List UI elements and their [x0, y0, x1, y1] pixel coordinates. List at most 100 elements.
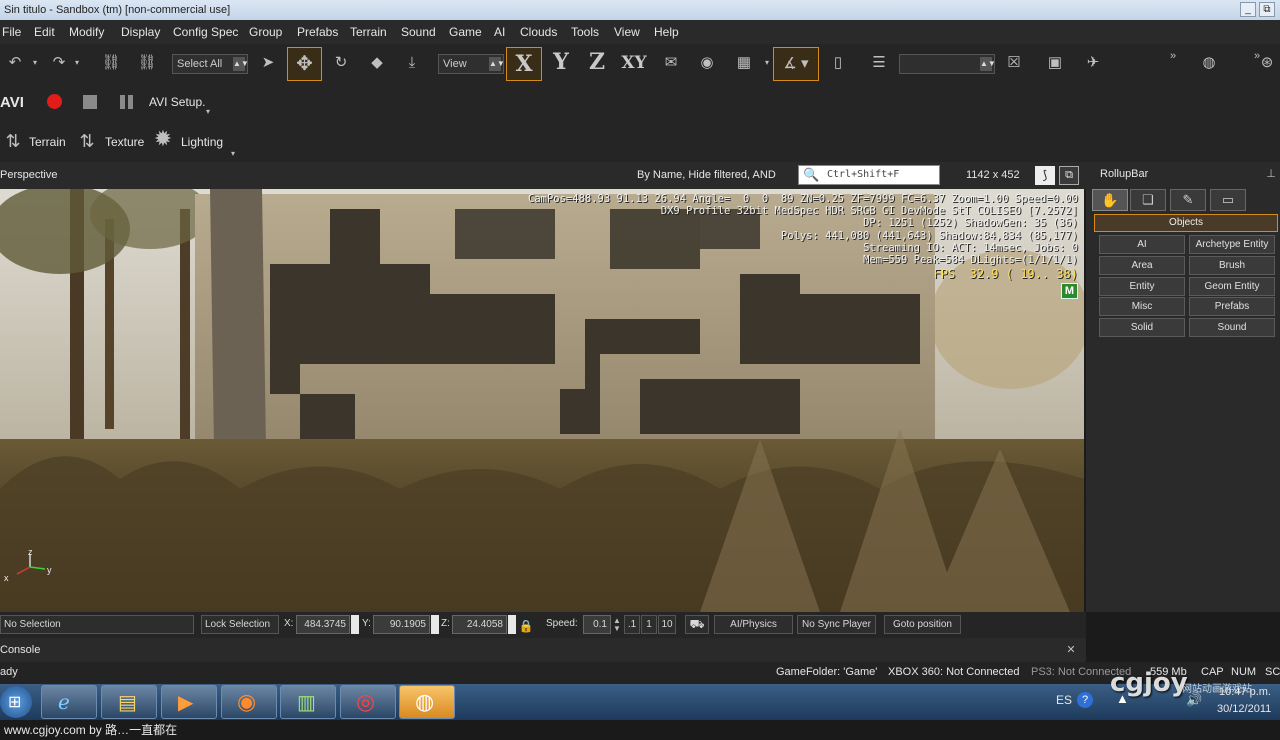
menu-clouds[interactable]: Clouds: [520, 25, 557, 39]
menu-game[interactable]: Game: [449, 25, 482, 39]
x-coordinate-input[interactable]: 484.3745: [296, 615, 350, 634]
entity-button[interactable]: Entity: [1099, 277, 1185, 296]
console-label[interactable]: Console: [0, 644, 40, 656]
scale-icon[interactable]: ◆: [363, 53, 391, 73]
undo-icon[interactable]: ↶: [2, 53, 28, 73]
taskbar-recorder[interactable]: ◎: [340, 685, 396, 719]
physics-icon[interactable]: ✈: [1078, 53, 1108, 73]
close-icon[interactable]: ✕: [1064, 640, 1078, 660]
brush-button[interactable]: Brush: [1189, 256, 1275, 275]
goto-position-button[interactable]: Goto position: [884, 615, 961, 634]
angle-snap-icon[interactable]: ∡ ▾: [773, 47, 819, 81]
layer-combo[interactable]: ▲▼: [899, 54, 996, 74]
save-objects-icon[interactable]: ▣: [1040, 53, 1070, 73]
camera-options-icon[interactable]: ⟆: [1035, 166, 1055, 185]
reference-coord-combo[interactable]: View ▲▼: [438, 54, 505, 74]
stop-icon[interactable]: [83, 95, 97, 109]
menu-config-spec[interactable]: Config Spec: [173, 25, 238, 39]
maximize-viewport-icon[interactable]: ⧉: [1059, 166, 1079, 185]
chevron-down-icon[interactable]: ▾: [762, 53, 772, 73]
clock-date[interactable]: 30/12/2011: [1217, 703, 1271, 715]
select-arrow-icon[interactable]: ➤: [255, 53, 281, 73]
menu-file[interactable]: File: [2, 25, 21, 39]
axis-x-button[interactable]: X: [506, 47, 542, 81]
axis-z-button[interactable]: Z: [584, 51, 610, 73]
prefabs-button[interactable]: Prefabs: [1189, 297, 1275, 316]
terrain-collision-icon[interactable]: ⛟: [685, 615, 709, 634]
avi-setup-button[interactable]: AVI Setup.: [149, 95, 205, 109]
menu-edit[interactable]: Edit: [34, 25, 55, 39]
viewport-name[interactable]: Perspective: [0, 169, 57, 181]
chevron-down-icon[interactable]: ▾: [228, 144, 238, 164]
brush-tab-icon[interactable]: ✎: [1170, 189, 1206, 211]
taskbar-firefox[interactable]: ◉: [221, 685, 277, 719]
unlink-icon[interactable]: ⛓: [132, 53, 162, 73]
archetype-entity-button[interactable]: Archetype Entity: [1189, 235, 1275, 254]
object-search-input[interactable]: 🔍 Ctrl+Shift+F: [798, 165, 940, 185]
sound-button[interactable]: Sound: [1189, 318, 1275, 337]
y-spinner[interactable]: [431, 615, 439, 634]
menu-view[interactable]: View: [614, 25, 640, 39]
menu-prefabs[interactable]: Prefabs: [297, 25, 338, 39]
terrain-snap-icon[interactable]: ✉: [656, 53, 686, 73]
ruler-icon[interactable]: ▯: [828, 53, 848, 73]
taskbar-explorer[interactable]: ▤: [101, 685, 157, 719]
taskbar-sandbox[interactable]: ◍: [399, 685, 455, 719]
minimize-button[interactable]: _: [1240, 2, 1256, 17]
speed-spinner-icon[interactable]: ▲ ▼: [612, 617, 622, 633]
grid-sphere-icon[interactable]: ⊛: [1254, 53, 1280, 73]
menu-modify[interactable]: Modify: [69, 25, 104, 39]
modify-tab-icon[interactable]: ❏: [1130, 189, 1166, 211]
menu-terrain[interactable]: Terrain: [350, 25, 387, 39]
objects-section-header[interactable]: Objects: [1094, 214, 1278, 232]
grid-icon[interactable]: ▦: [730, 53, 758, 73]
ai-physics-button[interactable]: AI/Physics: [714, 615, 793, 634]
x-spinner[interactable]: [351, 615, 359, 634]
lighting-mode-button[interactable]: Lighting: [181, 135, 223, 149]
texture-icon[interactable]: ⇅: [72, 131, 102, 151]
pin-icon[interactable]: ⊥: [1264, 164, 1278, 184]
z-coordinate-input[interactable]: 24.4058: [452, 615, 507, 634]
taskbar-app[interactable]: ▥: [280, 685, 336, 719]
link-icon[interactable]: ⛓: [96, 53, 126, 73]
menu-help[interactable]: Help: [654, 25, 679, 39]
chevron-down-icon[interactable]: ▾: [203, 102, 213, 122]
z-spinner[interactable]: [508, 615, 516, 634]
lock-icon[interactable]: 🔒: [518, 616, 534, 636]
speed-input[interactable]: 0.1: [583, 615, 611, 634]
chevron-down-icon[interactable]: ▾: [30, 53, 40, 73]
taskbar-ie[interactable]: ℯ: [41, 685, 97, 719]
y-coordinate-input[interactable]: 90.1905: [373, 615, 430, 634]
speed-preset-10[interactable]: 10: [658, 615, 676, 634]
globe-icon[interactable]: ◍: [1194, 53, 1224, 73]
move-icon[interactable]: ✥: [287, 47, 322, 81]
area-button[interactable]: Area: [1099, 256, 1185, 275]
menu-group[interactable]: Group: [249, 25, 282, 39]
terrain-icon[interactable]: ⇅: [0, 131, 26, 151]
start-button[interactable]: ⊞: [0, 686, 32, 718]
maximize-button[interactable]: ⧉: [1259, 2, 1275, 17]
redo-icon[interactable]: ↷: [46, 53, 72, 73]
viewport-3d[interactable]: CamPos=488.93 91.13 26.94 Angle= 0 0 89 …: [0, 189, 1084, 612]
speed-preset-1[interactable]: 1: [641, 615, 657, 634]
toolbar-overflow-button[interactable]: »: [1166, 46, 1180, 66]
chevron-down-icon[interactable]: ▾: [72, 53, 82, 73]
ai-button[interactable]: AI: [1099, 235, 1185, 254]
axis-xy-button[interactable]: XY: [617, 53, 651, 73]
camera-icon[interactable]: ◉: [692, 53, 722, 73]
axis-y-button[interactable]: Y: [548, 51, 574, 73]
language-indicator[interactable]: ES: [1056, 693, 1072, 707]
menu-ai[interactable]: AI: [494, 25, 505, 39]
help-icon[interactable]: ?: [1077, 692, 1093, 708]
menu-tools[interactable]: Tools: [571, 25, 599, 39]
objects-tab-icon[interactable]: ✋: [1092, 189, 1128, 211]
sync-player-button[interactable]: No Sync Player: [797, 615, 876, 634]
speed-preset-0-1[interactable]: .1: [624, 615, 640, 634]
texture-mode-button[interactable]: Texture: [105, 135, 144, 149]
drop-to-ground-icon[interactable]: ⤓: [398, 53, 426, 73]
record-icon[interactable]: [47, 94, 62, 109]
layer-delete-icon[interactable]: ☒: [1000, 53, 1028, 73]
lock-selection-button[interactable]: Lock Selection: [201, 615, 279, 634]
geom-entity-button[interactable]: Geom Entity: [1189, 277, 1275, 296]
menu-display[interactable]: Display: [121, 25, 160, 39]
